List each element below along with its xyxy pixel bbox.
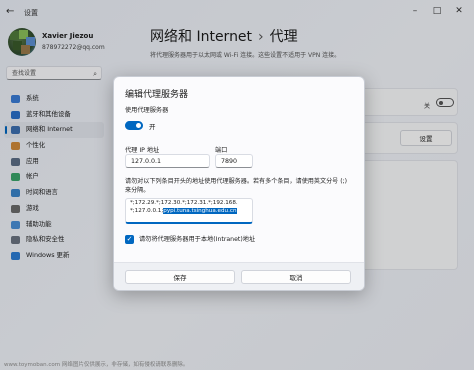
exceptions-line-1: *;172.29.*;172.30.*;172.31.*;192.168. [130, 200, 238, 206]
proxy-ip-label: 代理 IP 地址 [125, 147, 160, 154]
local-bypass-label: 请勿将代理服务器用于本地(Intranet)地址 [139, 236, 256, 243]
exceptions-selected-text: pypi.tuna.tsinghua.edu.cn [163, 207, 237, 214]
port-label: 端口 [215, 147, 228, 154]
use-proxy-toggle-state: 开 [149, 123, 156, 131]
local-bypass-checkbox[interactable]: ✓ [125, 235, 134, 244]
exceptions-textarea[interactable]: *;172.29.*;172.30.*;172.31.*;192.168. *;… [125, 198, 253, 224]
dialog-footer: 保存 取消 [114, 262, 364, 290]
save-button[interactable]: 保存 [125, 270, 235, 284]
exceptions-line-2: *;127.0.0.1;pypi.tuna.tsinghua.edu.cn [130, 207, 248, 216]
proxy-ip-input[interactable]: 127.0.0.1 [125, 154, 210, 168]
use-proxy-label: 使用代理服务器 [125, 107, 169, 114]
cancel-button[interactable]: 取消 [241, 270, 351, 284]
exceptions-help-text: 请勿对以下列条目开头的地址使用代理服务器。若有多个条目，请使用英文分号 (;) … [125, 178, 348, 194]
port-input[interactable]: 7890 [215, 154, 253, 168]
edit-proxy-dialog: 编辑代理服务器 使用代理服务器 开 代理 IP 地址 端口 127.0.0.1 … [113, 76, 365, 291]
use-proxy-toggle[interactable] [125, 121, 143, 130]
watermark-text: www.toymoban.com 网络图片仅供展示，非存储，如有侵权请联系删除。 [4, 362, 189, 368]
exceptions-line-2-prefix: *;127.0.0.1; [130, 207, 164, 214]
dialog-title: 编辑代理服务器 [125, 90, 189, 100]
